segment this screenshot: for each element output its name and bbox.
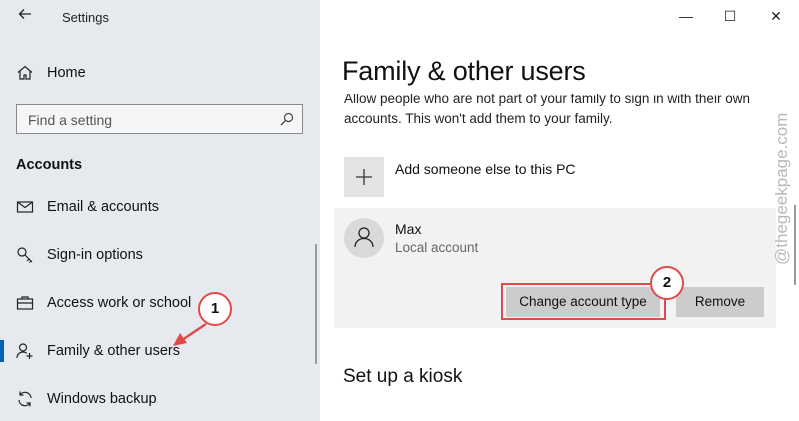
sidebar-item-access-work[interactable]: Access work or school <box>0 284 320 322</box>
plus-icon <box>356 169 372 185</box>
add-user-button[interactable] <box>344 157 384 197</box>
add-user-label[interactable]: Add someone else to this PC <box>395 161 576 177</box>
briefcase-icon <box>16 294 34 312</box>
sidebar-item-label: Sign-in options <box>47 247 143 263</box>
user-avatar-icon <box>344 218 384 258</box>
app-title: Settings <box>62 10 109 25</box>
page-description: Allow people who are not part of your fa… <box>344 91 750 126</box>
watermark-text: @thegeekpage.com <box>772 113 791 265</box>
sidebar-item-label: Windows backup <box>47 391 157 407</box>
person-add-icon <box>16 342 34 360</box>
user-name: Max <box>395 221 422 237</box>
step-badge-2: 2 <box>650 266 684 300</box>
selected-indicator <box>0 340 4 362</box>
maximize-button[interactable]: ☐ <box>720 8 740 24</box>
step-badge-1: 1 <box>198 292 232 326</box>
nav-home-label: Home <box>47 65 86 81</box>
sidebar-item-label: Email & accounts <box>47 199 160 215</box>
sidebar-item-label: Access work or school <box>47 295 192 311</box>
mail-icon <box>16 198 34 216</box>
nav-home[interactable]: Home <box>0 58 320 90</box>
kiosk-section-title: Set up a kiosk <box>343 366 463 387</box>
sidebar: Settings Home Find a setting Accounts Em… <box>0 0 320 421</box>
page-title: Family & other users <box>342 56 586 86</box>
minimize-button[interactable]: — <box>676 8 696 24</box>
search-input[interactable]: Find a setting <box>16 104 303 134</box>
key-icon <box>16 246 34 264</box>
sidebar-item-email-accounts[interactable]: Email & accounts <box>0 188 320 226</box>
user-account-type: Local account <box>395 240 479 255</box>
section-title-accounts: Accounts <box>16 157 83 173</box>
search-placeholder: Find a setting <box>28 112 113 128</box>
search-icon[interactable] <box>280 112 294 126</box>
sidebar-item-family-other-users[interactable]: Family & other users <box>0 332 320 370</box>
remove-button[interactable]: Remove <box>676 287 764 317</box>
title-bar: Settings <box>0 0 320 34</box>
highlight-box <box>501 283 666 320</box>
close-button[interactable]: ✕ <box>766 8 786 24</box>
sidebar-scrollbar[interactable] <box>315 244 317 364</box>
home-icon <box>16 64 34 82</box>
sidebar-item-windows-backup[interactable]: Windows backup <box>0 380 320 418</box>
sidebar-item-sign-in-options[interactable]: Sign-in options <box>0 236 320 274</box>
back-arrow-icon[interactable] <box>14 6 36 28</box>
watermark: @thegeekpage.com <box>772 113 791 265</box>
sidebar-item-label: Family & other users <box>47 343 180 359</box>
sync-icon <box>16 390 34 408</box>
